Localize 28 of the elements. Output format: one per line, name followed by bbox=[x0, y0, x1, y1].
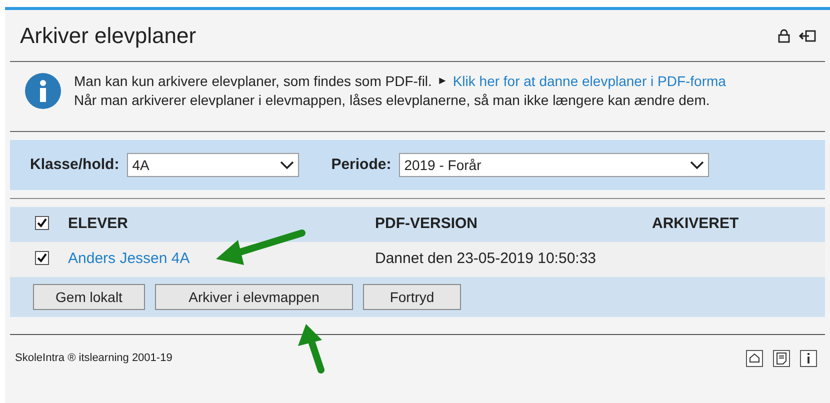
info-text: Man kan kun arkivere elevplaner, som findes som PDF-fil. bbox=[74, 72, 432, 91]
info-icon[interactable] bbox=[800, 350, 817, 367]
checkbox[interactable] bbox=[35, 251, 49, 266]
info-icon bbox=[24, 72, 62, 110]
info-text: Når man arkiverer elevplaner i elevmappen, låses elevplanerne, så man ikke længere kan ændre dem. bbox=[74, 91, 711, 110]
checkbox[interactable] bbox=[35, 216, 49, 230]
column-header: ARKIVERET bbox=[652, 214, 739, 234]
chevron-down-icon bbox=[690, 160, 704, 170]
column-header: ELEVER bbox=[68, 214, 130, 234]
exit-icon[interactable] bbox=[799, 28, 817, 42]
table-cell-text: Dannet den 23-05-2019 10:50:33 bbox=[375, 249, 596, 270]
action-button[interactable]: Gem lokalt bbox=[33, 284, 145, 310]
document-icon[interactable] bbox=[773, 350, 790, 367]
home-icon[interactable] bbox=[746, 350, 763, 367]
filter-label: Periode: bbox=[331, 154, 392, 175]
action-button[interactable]: Fortryd bbox=[363, 284, 461, 310]
column-header: PDF-VERSION bbox=[375, 214, 479, 234]
arrow-icon: ► bbox=[436, 72, 448, 91]
action-button[interactable]: Arkiver i elevmappen bbox=[155, 284, 353, 310]
pdf-link[interactable]: Klik her for at danne elevplaner i PDF-forma bbox=[452, 72, 726, 91]
student-link[interactable]: Anders Jessen 4A bbox=[68, 248, 375, 271]
dropdown[interactable]: 4A bbox=[127, 153, 300, 177]
dropdown[interactable]: 2019 - Forår bbox=[399, 153, 710, 177]
chevron-down-icon bbox=[280, 160, 294, 170]
filter-label: Klasse/hold: bbox=[30, 154, 120, 175]
page-title: Arkiver elevplaner bbox=[20, 22, 196, 50]
footer-text: SkoleIntra ® itslearning 2001-19 bbox=[15, 351, 172, 366]
lock-icon[interactable] bbox=[777, 28, 791, 42]
